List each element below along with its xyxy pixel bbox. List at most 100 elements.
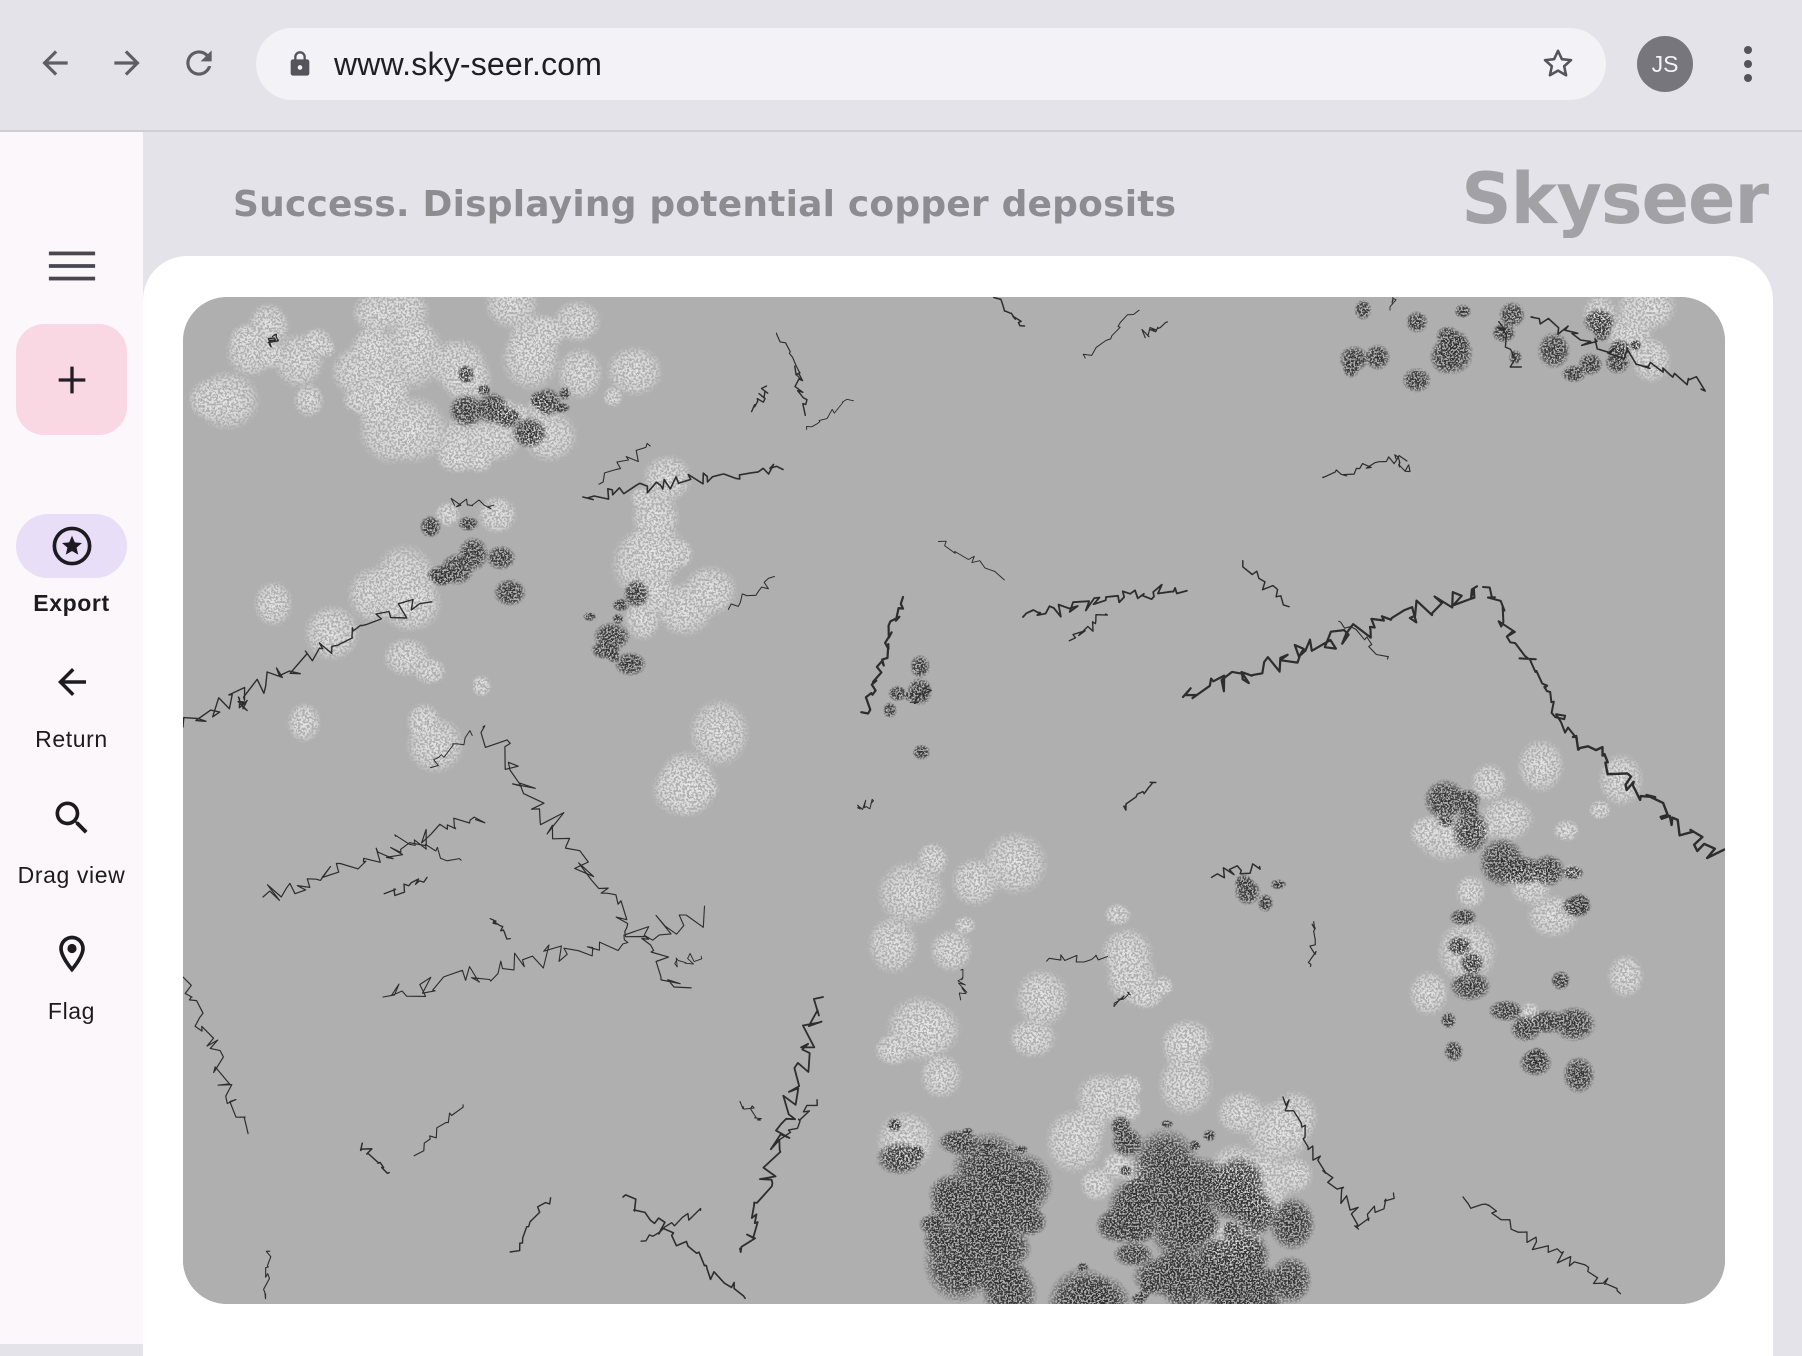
terrain-patch bbox=[1526, 1009, 1568, 1035]
search-icon bbox=[55, 801, 88, 834]
terrain-patch bbox=[1518, 1048, 1553, 1077]
brand-logo: Skyseer bbox=[1461, 158, 1769, 240]
terrain-patch bbox=[1550, 970, 1571, 991]
terrain-patch bbox=[419, 515, 442, 539]
terrain-patch bbox=[953, 915, 977, 936]
terrain-patch bbox=[1423, 778, 1468, 823]
terrain-patch bbox=[1109, 1114, 1133, 1139]
terrain-patch bbox=[875, 858, 948, 928]
terrain-patch bbox=[602, 385, 624, 408]
rail-menu-button[interactable] bbox=[46, 244, 98, 288]
address-bar[interactable]: www.sky-seer.com bbox=[256, 28, 1606, 100]
map-pin-icon bbox=[58, 935, 85, 973]
terrain-patch bbox=[382, 636, 432, 678]
terrain-patch bbox=[341, 385, 378, 415]
terrain-patch bbox=[1152, 974, 1174, 998]
terrain-patch bbox=[1582, 307, 1617, 336]
back-button[interactable] bbox=[28, 36, 82, 90]
terrain-patch bbox=[1120, 1175, 1156, 1212]
rail-item-label: Drag view bbox=[17, 862, 126, 888]
url-text[interactable]: www.sky-seer.com bbox=[334, 28, 602, 100]
terrain-patch bbox=[1536, 331, 1571, 370]
terrain-patch bbox=[1174, 1220, 1205, 1249]
terrain-patch bbox=[1354, 299, 1372, 321]
terrain-patch bbox=[499, 325, 562, 393]
terrain-patch bbox=[903, 691, 917, 702]
terrain-patch bbox=[1448, 970, 1492, 1002]
terrain-patch bbox=[1499, 855, 1546, 887]
terrain-patch bbox=[1233, 874, 1254, 892]
forward-button[interactable] bbox=[100, 36, 154, 90]
rail-item-label: Return bbox=[35, 726, 108, 752]
terrain-patch bbox=[1454, 874, 1487, 910]
terrain-patch bbox=[485, 545, 517, 571]
lock-icon bbox=[290, 51, 310, 76]
kebab-menu-icon bbox=[1744, 46, 1752, 82]
terrain-patch bbox=[687, 697, 751, 769]
terrain-patch bbox=[492, 405, 523, 429]
navigation-rail: Export Return Drag view Flag bbox=[0, 132, 143, 1344]
terrain-patch bbox=[912, 744, 931, 761]
terrain-patch bbox=[552, 402, 571, 414]
terrain-patch bbox=[1191, 1173, 1219, 1190]
terrain-patch bbox=[873, 1032, 914, 1067]
terrain-patch bbox=[448, 392, 486, 429]
rail-item-flag[interactable]: Flag bbox=[0, 922, 143, 1025]
terrain-patch bbox=[493, 578, 527, 607]
terrain-patch bbox=[980, 1138, 996, 1155]
terrain-patch bbox=[592, 621, 631, 652]
rail-icon-container bbox=[16, 650, 127, 714]
terrain-patch bbox=[979, 1212, 1015, 1235]
terrain-patch bbox=[1202, 1129, 1217, 1142]
terrain-patch bbox=[1508, 349, 1523, 365]
terrain-patch bbox=[1099, 926, 1155, 982]
terrain-patch bbox=[1160, 1119, 1174, 1129]
satellite-map-view[interactable] bbox=[183, 297, 1725, 1304]
terrain-patch bbox=[1119, 1164, 1133, 1177]
rail-icon-container bbox=[16, 786, 127, 850]
terrain-patch bbox=[1013, 967, 1071, 1029]
terrain-patch bbox=[1210, 1259, 1224, 1273]
terrain-patch bbox=[1498, 301, 1526, 329]
satellite-map-icon bbox=[183, 297, 1725, 1304]
terrain-patch bbox=[1407, 969, 1450, 1017]
rail-item-return[interactable]: Return bbox=[0, 650, 143, 753]
rail-icon-container bbox=[16, 922, 127, 986]
star-outline-icon[interactable] bbox=[1540, 46, 1576, 82]
hamburger-menu-icon bbox=[48, 251, 96, 281]
terrain-patch bbox=[456, 364, 476, 385]
rail-item-label: Flag bbox=[47, 998, 96, 1024]
rail-item-drag-view[interactable]: Drag view bbox=[0, 786, 143, 889]
add-fab-button[interactable] bbox=[16, 324, 127, 435]
reload-button[interactable] bbox=[172, 36, 226, 90]
terrain-patch bbox=[937, 1128, 982, 1156]
terrain-patch bbox=[1516, 737, 1566, 795]
terrain-patch bbox=[927, 1172, 977, 1215]
terrain-patch bbox=[1606, 953, 1645, 999]
browser-toolbar: www.sky-seer.com JS bbox=[0, 0, 1802, 132]
terrain-patch bbox=[630, 487, 681, 547]
terrain-patch bbox=[1401, 367, 1432, 393]
browser-menu-button[interactable] bbox=[1730, 40, 1766, 88]
terrain-patch bbox=[981, 830, 1050, 897]
terrain-patch bbox=[1445, 935, 1473, 957]
terrain-patch bbox=[918, 1212, 952, 1237]
terrain-patch bbox=[463, 443, 495, 475]
terrain-patch bbox=[1215, 1089, 1267, 1137]
arrow-back-icon bbox=[42, 50, 68, 76]
terrain-patch bbox=[558, 386, 572, 401]
terrain-patch bbox=[582, 611, 597, 622]
terrain-patch bbox=[908, 1144, 926, 1163]
status-message: Success. Displaying potential copper dep… bbox=[233, 184, 1177, 225]
rail-item-export[interactable]: Export bbox=[0, 514, 143, 617]
terrain-patch bbox=[252, 579, 294, 628]
reload-icon bbox=[186, 50, 212, 76]
active-indicator bbox=[16, 514, 127, 578]
terrain-patch bbox=[1257, 893, 1274, 913]
terrain-patch bbox=[1453, 303, 1472, 319]
terrain-patch bbox=[1448, 908, 1478, 927]
profile-avatar[interactable]: JS bbox=[1637, 36, 1693, 92]
terrain-patch bbox=[439, 552, 475, 586]
terrain-patch bbox=[529, 390, 547, 410]
terrain-patch bbox=[1568, 892, 1592, 917]
